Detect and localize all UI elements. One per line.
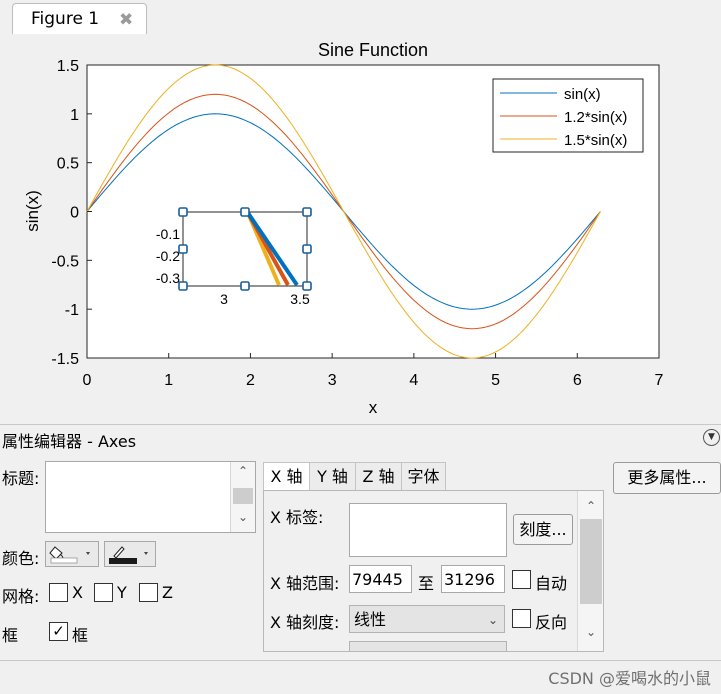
chevron-down-circle-icon[interactable]: ▼ [703,429,720,446]
legend-entry-1: sin(x) [564,86,601,103]
title-scrollbar[interactable]: ⌃ ⌄ [230,462,255,532]
y-tick-label: 1.5 [57,58,79,75]
selection-handle-tr[interactable] [302,207,312,217]
x-range-label: X 轴范围: [270,574,340,593]
panel-scroll-thumb[interactable] [580,519,602,604]
title-textarea[interactable]: ⌃ ⌄ [45,461,256,533]
y-tick-label: -1.5 [51,351,79,368]
x-scale-select[interactable]: 线性 ⌄ [349,605,505,633]
x-scale-label: X 轴刻度: [270,613,340,632]
x-label-label: X 标签: [270,508,324,527]
scroll-down-icon[interactable]: ⌄ [231,510,255,524]
selection-handle-br[interactable] [302,281,312,291]
tab-z-axis[interactable]: Z 轴 [355,462,402,491]
grid-y-label: Y [117,583,127,602]
legend-entry-3: 1.5*sin(x) [564,132,627,149]
x-tick-label: 3 [328,372,337,389]
y-tick-label: -0.5 [51,253,79,270]
x-tick-label: 2 [246,372,255,389]
property-editor-header: 属性编辑器 - Axes ▼ [0,424,721,451]
scroll-up-icon[interactable]: ⌃ [231,464,255,478]
inset-xtick-1: 3 [220,291,228,307]
auto-label: 自动 [535,574,568,593]
x-tick-label: 4 [409,372,418,389]
y-tick-label: -1 [65,302,79,319]
x-axis-panel: X 标签: 刻度... X 轴范围: 79445 至 31296 自动 X 轴刻… [263,490,604,652]
x-min-field[interactable]: 79445 [349,565,412,593]
inset-ytick-3: -0.3 [156,270,180,286]
box-checkbox[interactable]: ✓ [49,622,68,641]
color-label: 颜色: [2,549,40,568]
chart-title: Sine Function [318,40,428,60]
figure-tab-bar: Figure 1 ✖ [0,0,721,35]
selection-handle-tl[interactable] [178,207,188,217]
grid-y-checkbox[interactable] [94,583,113,602]
x-axis-label: x [369,398,378,417]
x-max-field[interactable]: 31296 [441,565,505,593]
x-tick-label: 5 [491,372,500,389]
figure-tab[interactable]: Figure 1 ✖ [12,3,147,35]
figure-tab-label: Figure 1 [31,9,100,29]
to-label: 至 [418,574,435,593]
grid-x-checkbox[interactable] [49,583,68,602]
tab-x-axis[interactable]: X 轴 [263,462,310,491]
grid-x-label: X [72,583,83,602]
pen-icon [109,546,148,564]
auto-checkbox[interactable] [512,570,531,589]
y-tick-label: 0 [70,205,79,222]
status-footer: CSDN @爱喝水的小鼠 [0,660,721,694]
next-property-row [349,641,507,651]
selection-handle-tm[interactable] [240,207,250,217]
more-properties-button[interactable]: 更多属性... [613,462,721,494]
scroll-down-icon[interactable]: ⌄ [578,625,603,639]
grid-z-checkbox[interactable] [139,583,158,602]
y-tick-label: 0.5 [57,156,79,173]
scroll-up-icon[interactable]: ⌃ [578,499,603,513]
ticks-button[interactable]: 刻度... [513,514,573,545]
background-color-button[interactable] [45,541,99,567]
scroll-thumb[interactable] [233,488,253,504]
chevron-down-icon: ⌄ [487,613,498,627]
x-tick-label: 7 [655,372,664,389]
y-axis-label: sin(x) [23,190,42,232]
sine-chart: 0 1 2 3 4 5 6 7 1.5 1 0.5 0 -0.5 -1 -1.5 Sine Function… [0,34,721,423]
edge-color-button[interactable] [104,541,156,567]
box-label: 框 [2,626,19,645]
panel-scrollbar[interactable]: ⌃ ⌄ [577,491,603,651]
legend-entry-2: 1.2*sin(x) [564,109,627,126]
figure-canvas: 0 1 2 3 4 5 6 7 1.5 1 0.5 0 -0.5 -1 -1.5 Sine Function… [0,34,721,423]
paint-bucket-icon [49,546,90,564]
x-scale-value: 线性 [354,610,387,629]
x-tick-label: 6 [573,372,582,389]
inset-ytick-2: -0.2 [156,248,180,264]
inset-ytick-1: -0.1 [156,226,180,242]
x-tick-label: 0 [83,372,92,389]
x-tick-label: 1 [164,372,173,389]
tab-font[interactable]: 字体 [401,462,446,491]
selection-handle-ml[interactable] [178,244,188,254]
title-label: 标题: [2,469,40,488]
selection-handle-bl[interactable] [178,281,188,291]
grid-label: 网格: [2,587,40,606]
inset-xtick-2: 3.5 [290,291,310,307]
box-checkbox-label: 框 [72,626,89,645]
legend[interactable]: sin(x) 1.2*sin(x) 1.5*sin(x) [492,78,644,153]
tab-y-axis[interactable]: Y 轴 [309,462,356,491]
close-icon[interactable]: ✖ [119,10,133,30]
reverse-label: 反向 [535,613,568,632]
watermark: CSDN @爱喝水的小鼠 [548,669,711,688]
selection-handle-mr[interactable] [302,244,312,254]
selection-handle-bm[interactable] [240,281,250,291]
x-label-textarea[interactable] [349,503,507,557]
y-tick-label: 1 [70,107,79,124]
grid-z-label: Z [162,583,173,602]
reverse-checkbox[interactable] [512,609,531,628]
